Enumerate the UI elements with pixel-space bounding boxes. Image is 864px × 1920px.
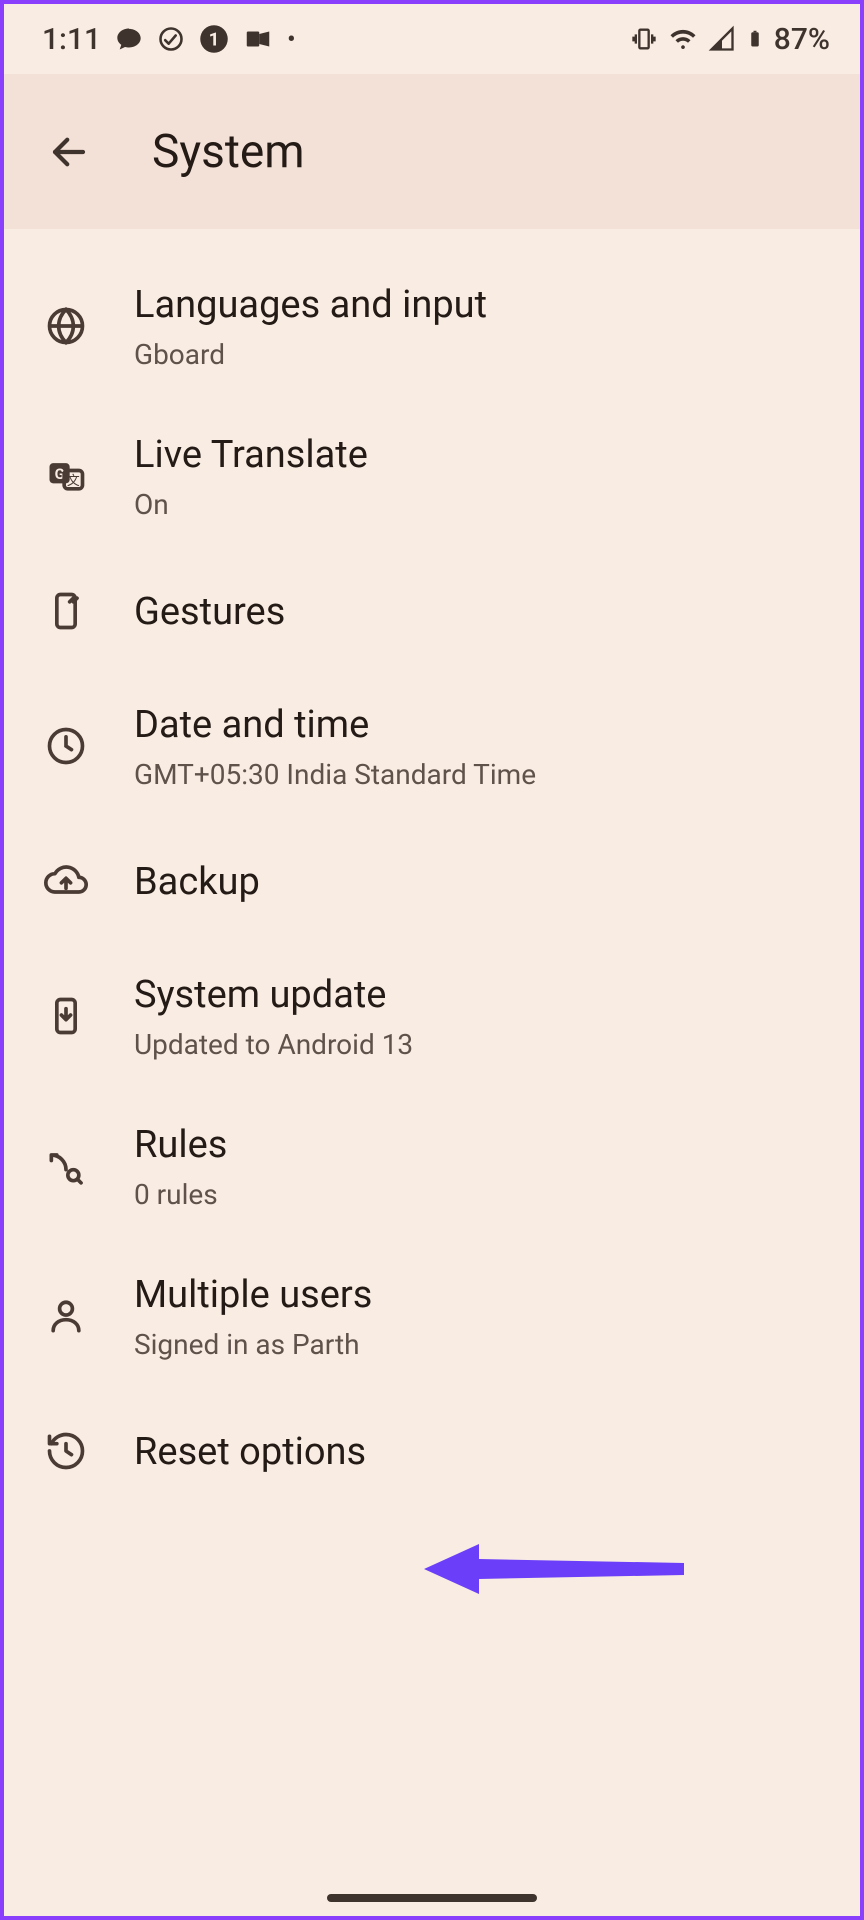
settings-item-reset-options[interactable]: Reset options <box>4 1393 860 1513</box>
outlook-icon <box>243 24 273 54</box>
status-bar: 1:11 1 • 87% <box>4 4 860 74</box>
item-subtitle: GMT+05:30 India Standard Time <box>134 757 536 793</box>
gestures-icon <box>44 589 88 637</box>
system-update-icon <box>44 994 88 1042</box>
battery-icon <box>746 24 764 54</box>
item-subtitle: On <box>134 487 368 523</box>
settings-item-rules[interactable]: Rules 0 rules <box>4 1093 860 1243</box>
svg-text:文: 文 <box>67 474 80 489</box>
settings-item-date-time[interactable]: Date and time GMT+05:30 India Standard T… <box>4 673 860 823</box>
chat-icon <box>115 25 143 53</box>
battery-percent: 87% <box>774 22 830 57</box>
settings-item-languages-input[interactable]: Languages and input Gboard <box>4 253 860 403</box>
arrow-left-icon <box>48 131 90 173</box>
item-title: Date and time <box>134 703 536 749</box>
item-title: Reset options <box>134 1430 366 1476</box>
clock-icon <box>44 724 88 772</box>
item-subtitle: Signed in as Parth <box>134 1327 372 1363</box>
annotation-arrow <box>424 1534 704 1608</box>
item-title: System update <box>134 973 413 1019</box>
page-title: System <box>152 125 305 179</box>
item-title: Live Translate <box>134 433 368 479</box>
settings-list: Languages and input Gboard G文 Live Trans… <box>4 229 860 1513</box>
app-bar: System <box>4 74 860 229</box>
item-title: Multiple users <box>134 1273 372 1319</box>
rules-icon <box>44 1144 88 1192</box>
back-button[interactable] <box>34 117 104 187</box>
item-title: Rules <box>134 1123 227 1169</box>
settings-item-system-update[interactable]: System update Updated to Android 13 <box>4 943 860 1093</box>
item-subtitle: Updated to Android 13 <box>134 1027 413 1063</box>
item-title: Backup <box>134 860 260 906</box>
history-icon <box>44 1429 88 1477</box>
item-subtitle: Gboard <box>134 337 487 373</box>
item-title: Languages and input <box>134 283 487 329</box>
settings-item-live-translate[interactable]: G文 Live Translate On <box>4 403 860 553</box>
cell-signal-icon <box>708 25 736 53</box>
notification-count-icon: 1 <box>199 24 229 54</box>
cloud-upload-icon <box>44 859 88 907</box>
item-subtitle: 0 rules <box>134 1177 227 1213</box>
translate-icon: G文 <box>44 454 88 502</box>
settings-item-multiple-users[interactable]: Multiple users Signed in as Parth <box>4 1243 860 1393</box>
sync-icon <box>157 25 185 53</box>
vibrate-icon <box>630 25 658 53</box>
more-notifications-icon: • <box>287 25 295 53</box>
wifi-icon <box>668 24 698 54</box>
settings-item-backup[interactable]: Backup <box>4 823 860 943</box>
navigation-handle[interactable] <box>327 1894 537 1902</box>
globe-icon <box>44 304 88 352</box>
item-title: Gestures <box>134 590 285 636</box>
settings-item-gestures[interactable]: Gestures <box>4 553 860 673</box>
svg-text:1: 1 <box>209 28 220 50</box>
person-icon <box>44 1294 88 1342</box>
status-time: 1:11 <box>42 22 101 57</box>
